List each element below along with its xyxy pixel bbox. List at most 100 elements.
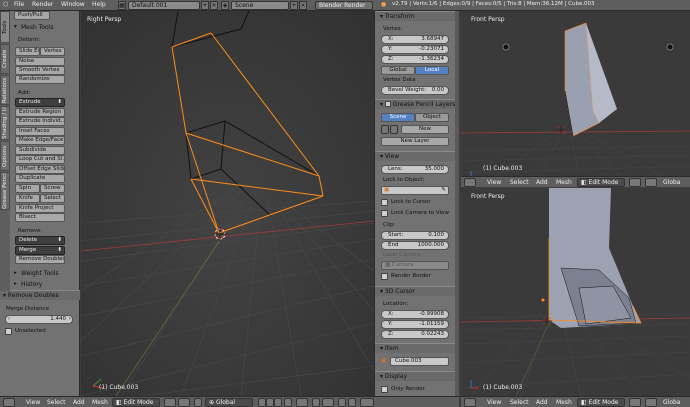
inset-faces-button[interactable]: Inset Faces <box>15 127 65 136</box>
scene-close-icon[interactable]: × <box>299 1 307 10</box>
vertex-x-field[interactable]: X: 3.68947 <box>381 35 449 44</box>
menu-select[interactable]: Select <box>510 179 529 186</box>
knife-button[interactable]: Knife <box>15 194 40 203</box>
menu-mesh[interactable]: Mesh <box>556 399 572 406</box>
viewport-shading-icon[interactable] <box>629 178 641 187</box>
right-bottom-viewport[interactable]: Front Persp (1) Cube.003 <box>461 188 690 396</box>
gp-object-toggle[interactable]: Object <box>415 113 449 122</box>
duplicate-button[interactable]: Duplicate <box>15 174 65 183</box>
lens-field[interactable]: Lens: 35.000 <box>381 165 449 174</box>
tab-grease-pencil[interactable]: Grease Pencil <box>0 172 10 210</box>
item-panel-header[interactable]: ▾ Item <box>375 343 459 353</box>
manipulator-icon[interactable] <box>194 398 202 407</box>
weight-tools-panel[interactable]: Weight Tools <box>21 270 59 277</box>
menu-view[interactable]: View <box>26 399 40 406</box>
edge-select-icon[interactable] <box>266 398 274 407</box>
mode-select[interactable]: ◧ Edit Mode <box>112 398 160 407</box>
scene-add-icon[interactable]: + <box>290 1 298 10</box>
extrude-individual-button[interactable]: Extrude Individ... <box>15 117 65 126</box>
gp-scene-toggle[interactable]: Scene <box>381 113 415 122</box>
transform-panel-header[interactable]: ▾ Transform <box>375 11 459 21</box>
make-edge-face-button[interactable]: Make Edge/Face <box>15 136 65 145</box>
layers-icon[interactable] <box>360 398 374 407</box>
vertex-button[interactable]: Vertex <box>40 47 65 56</box>
history-chevron-icon[interactable]: ▸ <box>14 281 17 287</box>
screen-layout-select[interactable]: Default.001 <box>128 1 200 10</box>
vertex-y-field[interactable]: Y: -0.23071 <box>381 45 449 54</box>
increment-arrow-icon[interactable]: › <box>69 316 71 323</box>
gp-checkbox[interactable] <box>384 101 391 107</box>
layout-close-icon[interactable]: × <box>210 1 218 10</box>
n-panel-scrollbar[interactable] <box>455 11 459 396</box>
new-layer-button[interactable]: New Layer <box>381 137 449 146</box>
scene-select[interactable]: Scene <box>231 1 289 10</box>
operator-panel-header[interactable]: ▾ Remove Doubles <box>0 290 80 300</box>
pencil-icon[interactable] <box>381 125 389 134</box>
remove-doubles-button[interactable]: Remove Doubles <box>15 255 65 264</box>
menu-add[interactable]: Add <box>536 399 548 406</box>
render-border-checkbox[interactable] <box>381 273 388 280</box>
pivot-point-icon[interactable] <box>645 398 657 407</box>
menu-add[interactable]: Add <box>73 399 85 406</box>
history-panel[interactable]: History <box>21 281 42 288</box>
vertex-z-field[interactable]: Z: -1.36234 <box>381 55 449 64</box>
merge-distance-field[interactable]: ‹ 1.440 › <box>5 315 73 324</box>
lock-camera-checkbox[interactable] <box>381 210 388 217</box>
mesh-tools-title[interactable]: Mesh Tools <box>21 24 53 31</box>
tab-relations[interactable]: Relations <box>0 75 10 105</box>
layout-add-icon[interactable]: + <box>201 1 209 10</box>
scene-icon[interactable]: ◈ <box>221 1 229 10</box>
3d-cursor-panel-header[interactable]: ▾ 3D Cursor <box>375 286 459 296</box>
smooth-vertex-button[interactable]: Smooth Vertex <box>15 66 65 75</box>
unselected-checkbox[interactable] <box>5 328 12 335</box>
global-toggle[interactable]: Global <box>381 66 415 75</box>
knife-select-button[interactable]: Select <box>40 194 65 203</box>
menu-select[interactable]: Select <box>47 399 66 406</box>
extrude-dropdown[interactable]: Extrude ⬍ <box>15 98 65 107</box>
only-render-checkbox[interactable] <box>381 386 388 393</box>
layout-icon[interactable]: ▦ <box>118 1 126 10</box>
push-pull-button[interactable]: Push/Pull <box>14 11 50 20</box>
pivot-point-icon[interactable] <box>178 398 190 407</box>
clip-start-field[interactable]: Start: 0.100 <box>381 231 449 240</box>
proportional-edit-icon[interactable] <box>296 398 308 407</box>
editor-type-icon[interactable] <box>464 398 476 407</box>
orientation-label[interactable]: Globa <box>663 399 680 406</box>
mode-select[interactable]: ◧ Edit Mode <box>577 178 625 187</box>
menu-help[interactable]: Help <box>92 1 106 8</box>
occlude-geometry-icon[interactable] <box>284 398 292 407</box>
orientation-label[interactable]: Globa <box>663 179 680 186</box>
render-engine-select[interactable]: Blender Render <box>315 1 373 10</box>
editor-type-icon[interactable] <box>464 178 476 187</box>
display-panel-header[interactable]: ▾ Display <box>375 371 459 381</box>
delete-dropdown[interactable]: Delete ⬍ <box>15 236 65 245</box>
screw-button[interactable]: Screw <box>40 184 65 193</box>
menu-mesh[interactable]: Mesh <box>92 399 108 406</box>
slide-edge-button[interactable]: Slide Ed <box>15 47 40 56</box>
bisect-button[interactable]: Bisect <box>15 213 65 222</box>
lock-object-field[interactable]: ▣ ✎ <box>381 186 449 195</box>
local-toggle[interactable]: Local <box>415 66 449 75</box>
cursor-y-field[interactable]: Y: -1.01159 <box>381 320 449 329</box>
right-top-viewport[interactable]: Front Persp (1) Cube.003 <box>461 11 690 187</box>
bevel-weight-field[interactable]: Bevel Weight: 0.00 <box>381 86 449 95</box>
menu-view[interactable]: View <box>487 179 501 186</box>
tab-create[interactable]: Create <box>0 44 10 74</box>
tab-shading-uvs[interactable]: Shading / UVs <box>0 106 10 140</box>
menu-window[interactable]: Window <box>61 1 85 8</box>
cursor-x-field[interactable]: X: -0.99908 <box>381 310 449 319</box>
spin-button[interactable]: Spin <box>15 184 40 193</box>
mode-select[interactable]: ◧ Edit Mode <box>577 398 625 407</box>
menu-mesh[interactable]: Mesh <box>556 179 572 186</box>
menu-select[interactable]: Select <box>510 399 529 406</box>
view-panel-header[interactable]: ▾ View <box>375 151 459 161</box>
extrude-region-button[interactable]: Extrude Region <box>15 108 65 117</box>
eyedropper-icon[interactable]: ✎ <box>441 187 446 194</box>
pivot-point-icon[interactable] <box>645 178 657 187</box>
render-animation-icon[interactable] <box>348 398 356 407</box>
vertex-select-icon[interactable] <box>258 398 266 407</box>
orientation-select[interactable]: ⊕ Global <box>205 398 253 407</box>
merge-dropdown[interactable]: Merge ⬍ <box>15 246 65 255</box>
knife-project-button[interactable]: Knife Project <box>15 204 65 213</box>
main-3d-viewport[interactable]: Right Persp (1) Cube.003 <box>81 11 374 396</box>
